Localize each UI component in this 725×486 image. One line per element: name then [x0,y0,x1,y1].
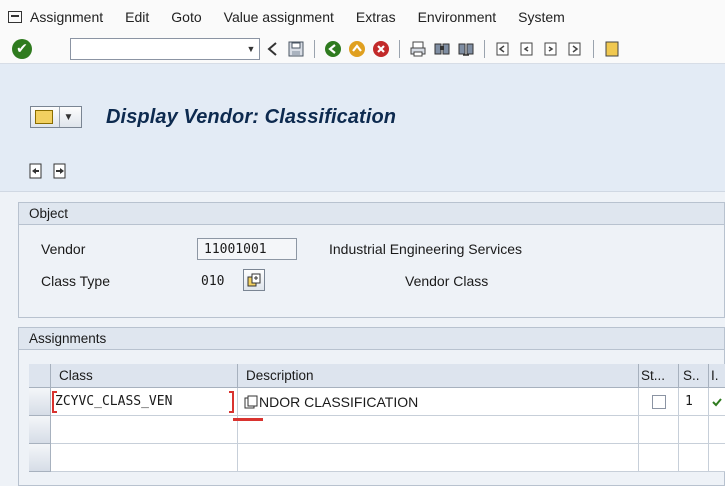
description-cell[interactable] [238,416,639,444]
column-header-class[interactable]: Class [51,364,238,388]
s-cell [679,444,709,472]
description-text: NDOR CLASSIFICATION [259,393,419,410]
status-checkbox[interactable] [651,394,666,409]
services-menu-button[interactable]: ▼ [30,106,82,128]
menu-goto[interactable]: Goto [171,9,201,25]
class-type-description: Vendor Class [405,273,489,289]
find-next-icon[interactable] [457,40,475,58]
status-cell [639,388,679,416]
history-back-icon[interactable] [263,40,281,58]
select-all-corner[interactable] [29,364,51,388]
menu-value-assignment[interactable]: Value assignment [224,9,334,25]
column-header-s[interactable]: S.. [679,364,709,388]
application-toolbar [0,152,725,192]
menu-environment[interactable]: Environment [418,9,497,25]
save-icon[interactable] [287,40,305,58]
description-cell[interactable] [238,444,639,472]
object-services-icon [35,110,53,124]
enter-icon[interactable]: ✔ [12,38,32,59]
vendor-row: Vendor 11001001 Industrial Engineering S… [19,235,725,263]
toolbar-separator [484,39,485,58]
next-page-icon[interactable] [542,40,560,58]
back-icon[interactable] [324,40,342,58]
menu-system[interactable]: System [518,9,565,25]
status-cell [639,444,679,472]
chevron-down-icon: ▼ [59,107,77,127]
switch-class-type-icon[interactable] [243,269,265,291]
vendor-description: Industrial Engineering Services [329,241,522,257]
column-header-status[interactable]: St... [639,364,679,388]
status-cell [639,416,679,444]
row-selector[interactable] [29,388,51,416]
highlight-bracket-right [229,391,234,413]
print-icon[interactable] [409,40,427,58]
toolbar-separator [399,39,400,58]
previous-page-icon[interactable] [518,40,536,58]
page-title: Display Vendor: Classification [106,106,397,128]
row-selector[interactable] [29,416,51,444]
menu-edit[interactable]: Edit [125,9,149,25]
assignments-group: Assignments Class Description St... S.. … [18,327,725,486]
column-header-i[interactable]: I. [709,364,725,388]
class-cell[interactable]: ZCYVC_CLASS_VEN [51,388,238,416]
command-field[interactable] [70,37,260,60]
description-cell[interactable]: NDOR CLASSIFICATION [238,388,639,416]
s-cell: 1 [679,388,709,416]
standard-toolbar: ✔ ▼ [0,34,725,64]
menu-extras[interactable]: Extras [356,9,396,25]
first-page-icon[interactable] [494,40,512,58]
vendor-label: Vendor [41,241,86,257]
row-selector[interactable] [29,444,51,472]
class-cell[interactable] [51,444,238,472]
cancel-icon[interactable] [372,40,390,58]
long-text-icon[interactable] [244,395,258,409]
i-cell [709,416,725,444]
title-area: ▼ Display Vendor: Classification [0,64,725,152]
assignments-section-title: Assignments [19,328,724,350]
last-page-icon[interactable] [566,40,584,58]
exit-icon[interactable] [348,40,366,58]
i-cell [709,388,725,416]
next-object-icon[interactable] [52,163,68,179]
highlight-underline [233,418,263,421]
layout-icon[interactable] [603,40,621,58]
checkmark-icon [712,397,722,406]
object-group: Object Vendor 11001001 Industrial Engine… [18,202,725,318]
vendor-field[interactable]: 11001001 [197,238,297,260]
system-menu-icon[interactable] [8,11,22,23]
menu-assignment[interactable]: Assignment [30,9,103,25]
column-header-description[interactable]: Description [238,364,639,388]
find-icon[interactable] [433,40,451,58]
class-type-row: Class Type 010 Vendor Class [19,267,725,295]
s-cell [679,416,709,444]
toolbar-separator [593,39,594,58]
command-field-dropdown-icon[interactable]: ▼ [242,38,260,60]
i-cell [709,444,725,472]
previous-object-icon[interactable] [28,163,44,179]
highlight-bracket-left [52,391,57,413]
class-cell[interactable] [51,416,238,444]
class-type-field[interactable]: 010 [201,274,224,289]
class-type-label: Class Type [41,273,110,289]
toolbar-separator [314,39,315,58]
menu-bar: Assignment Edit Goto Value assignment Ex… [0,0,725,34]
object-section-title: Object [19,203,724,225]
